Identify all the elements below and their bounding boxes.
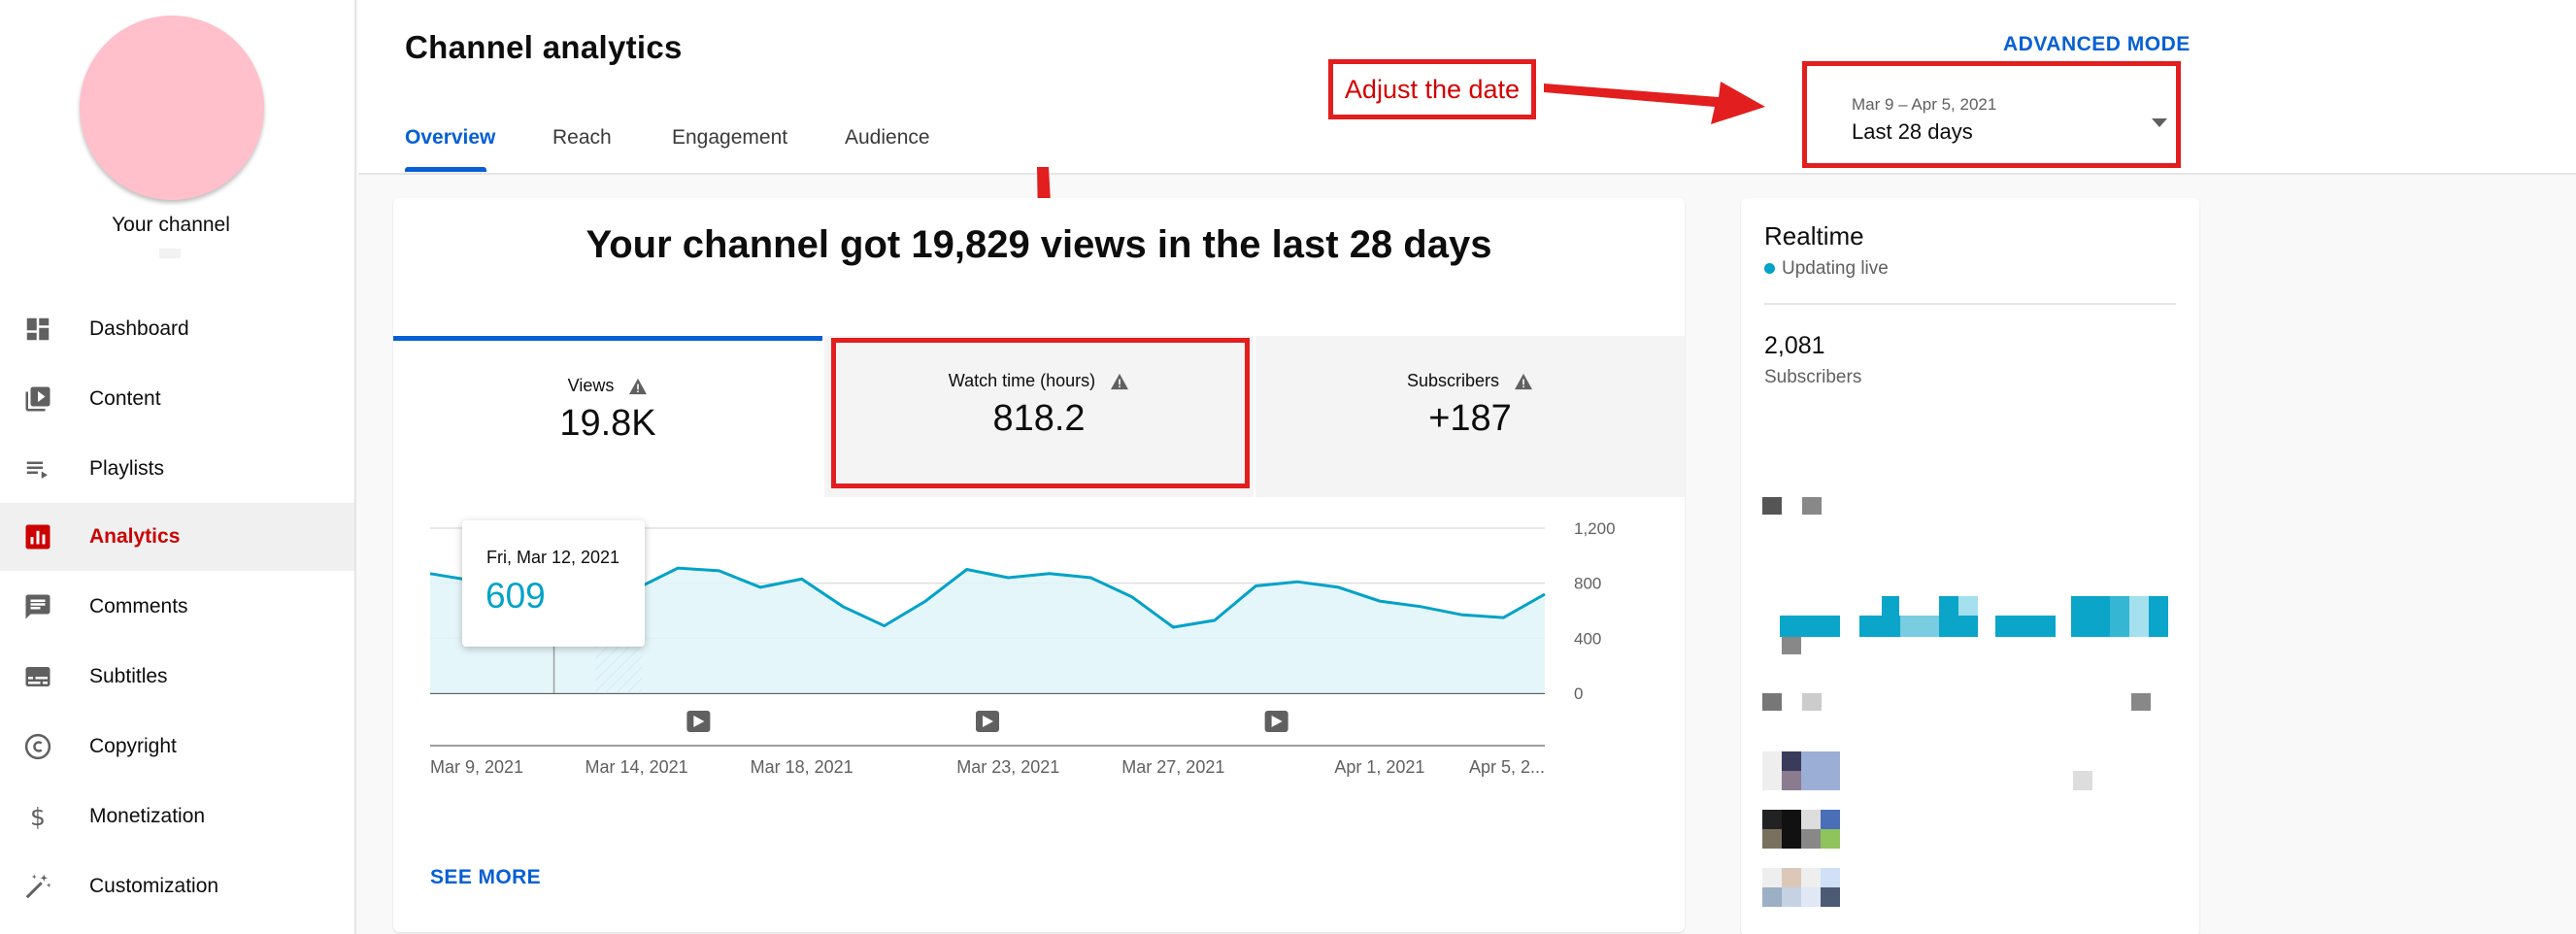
redacted-thumb [1762,868,1782,887]
redacted-bar [2110,596,2129,637]
realtime-subscriber-label: Subscribers [1764,367,1862,387]
y-tick-label: 1,200 [1574,519,1616,538]
x-tick-label: Mar 18, 2021 [751,757,853,777]
redacted-block [1762,693,1782,711]
views-headline: Your channel got 19,829 views in the las… [585,223,1492,266]
redacted-thumb [1782,887,1801,907]
redacted-thumb [1821,829,1840,849]
y-tick-label: 0 [1574,684,1583,703]
redacted-bar [1859,616,1900,637]
redacted-thumb [1782,751,1801,771]
metric-tab-views[interactable]: Views 19.8K [393,336,822,497]
redacted-thumb [1762,887,1782,907]
redacted-thumb [1801,810,1821,829]
metric-label-text: Views [567,376,615,395]
see-more-button[interactable]: SEE MORE [430,866,541,889]
redacted-bar [2129,596,2149,637]
redacted-bar [1958,616,1978,637]
y-tick-label: 800 [1574,575,1601,593]
redacted-bar [1939,596,1958,637]
redacted-block [1762,497,1782,515]
redacted-bar [1882,596,1899,616]
realtime-status-text: Updating live [1782,258,1889,279]
x-tick-label: Mar 23, 2021 [956,757,1059,777]
redacted-thumb [1821,887,1840,907]
annotation-box-watch-time [831,338,1250,488]
metric-tab-subscribers[interactable]: Subscribers +187 [1255,336,1685,497]
redacted-block [1782,637,1801,654]
redacted-thumb [1762,810,1782,829]
metric-label: Views [393,376,822,396]
redacted-thumb [1801,751,1840,790]
redacted-thumb [1801,868,1821,887]
redacted-bar [1780,616,1840,637]
redacted-bar [1900,616,1939,637]
annotation-arrow-right [1544,82,1765,124]
y-tick-label: 400 [1574,629,1601,648]
redacted-block [2131,693,2151,711]
tooltip-date: Fri, Mar 12, 2021 [486,548,620,567]
divider [1764,303,2176,305]
redacted-block [2073,771,2092,790]
redacted-bar [2071,596,2110,637]
redacted-thumb [1821,868,1840,887]
warning-icon[interactable] [628,378,648,395]
x-tick-label: Apr 5, 2... [1469,757,1545,777]
redacted-bar [1958,596,1978,616]
redacted-thumb [1782,771,1801,790]
realtime-title: Realtime [1764,221,1864,250]
metric-value: +187 [1428,398,1512,439]
live-dot-icon [1764,263,1775,275]
redacted-block [1802,497,1822,515]
warning-icon[interactable] [1514,373,1533,390]
tooltip-value: 609 [485,576,546,616]
chart-tooltip: Fri, Mar 12, 2021 609 [462,520,645,647]
x-tick-label: Mar 27, 2021 [1121,757,1224,777]
metric-value: 19.8K [559,403,656,444]
x-tick-label: Apr 1, 2021 [1334,757,1424,777]
redacted-bar [2149,596,2168,637]
redacted-thumb [1782,810,1801,849]
redacted-thumb [1762,829,1782,849]
redacted-block [1802,693,1822,711]
redacted-thumb [1801,887,1821,907]
realtime-subscriber-count: 2,081 [1764,332,1825,359]
x-tick-label: Mar 14, 2021 [585,757,688,777]
redacted-thumb [1821,810,1840,829]
x-tick-label: Mar 9, 2021 [430,757,523,777]
redacted-thumb [1801,829,1821,849]
metric-label-text: Subscribers [1406,371,1500,390]
redacted-thumb [1782,868,1801,887]
realtime-card: Realtime Updating live 2,081 Subscribers [1741,198,2199,934]
redacted-bar [1995,616,2056,637]
realtime-status: Updating live [1764,258,1889,280]
metric-label: Subscribers [1255,371,1685,391]
